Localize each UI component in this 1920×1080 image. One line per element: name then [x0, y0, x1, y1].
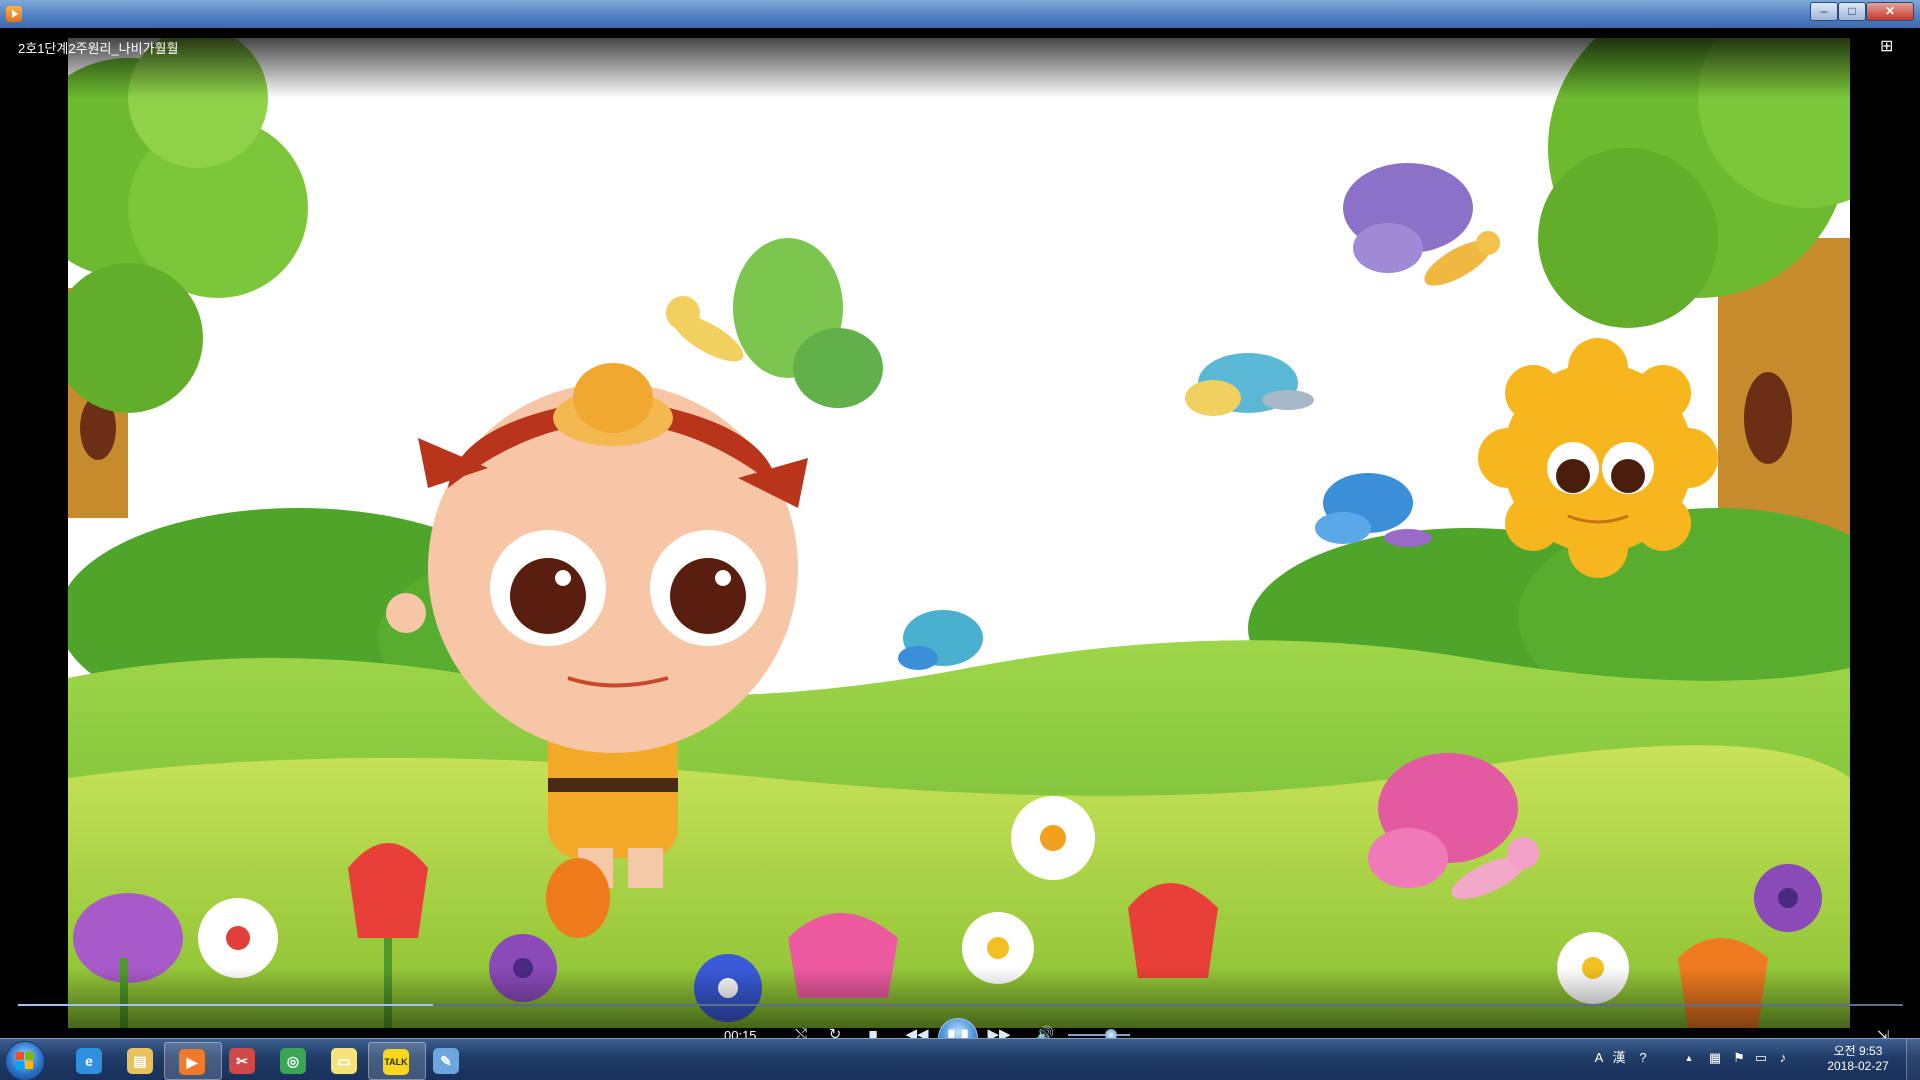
taskbar-item-snipping-tool[interactable]: ✂ [215, 1042, 271, 1078]
maximize-button[interactable]: □ [1838, 2, 1866, 21]
ime-mode-icon[interactable]: A [1590, 1047, 1608, 1069]
network-icon[interactable]: ▭ [1752, 1047, 1770, 1069]
playback-controls: 00:15 ⤭ ↻ ■ ◀◀ ❚❚ ▶▶ 🔊 ⇲ [0, 968, 1920, 1058]
media-player-app-icon[interactable] [6, 6, 22, 22]
screen: – □ ✕ 2호1단계2주원리_나비가훨훨 ⊞ 00:15 ⤭ ↻ ■ ◀◀ ▶… [0, 0, 1920, 1080]
network-grid-icon[interactable]: ▦ [1706, 1047, 1724, 1069]
sticky-notes-icon: ▭ [331, 1048, 357, 1074]
taskbar: e ▤ ▶ ✂ ◎ ▭ TALK ✎ A 漢 ? ▲ ▦ ⚑ ▭ ♪ 오전 9:53 2018… [0, 1038, 1920, 1080]
internet-explorer-icon: e [76, 1048, 102, 1074]
video-frame-illustration [68, 38, 1850, 1028]
taskbar-item-media-player[interactable]: ▶ [164, 1042, 222, 1080]
media-player-icon: ▶ [179, 1049, 205, 1075]
taskbar-item-paint[interactable]: ✎ [419, 1042, 475, 1078]
chrome-icon: ◎ [280, 1048, 306, 1074]
video-display[interactable] [68, 38, 1850, 1028]
seek-bar[interactable] [18, 1004, 1903, 1006]
start-button[interactable] [5, 1041, 45, 1080]
show-desktop-button[interactable] [1906, 1039, 1920, 1080]
sun-character [1478, 338, 1718, 578]
action-center-flag-icon[interactable]: ⚑ [1730, 1047, 1748, 1069]
taskbar-item-chrome[interactable]: ◎ [266, 1042, 322, 1078]
media-player-window: 2호1단계2주원리_나비가훨훨 ⊞ 00:15 ⤭ ↻ ■ ◀◀ ❚❚ ▶▶ 🔊… [0, 28, 1920, 1058]
file-explorer-icon: ▤ [127, 1048, 153, 1074]
window-title-bar[interactable]: – □ ✕ [0, 0, 1920, 29]
show-hidden-icons-icon[interactable]: ▲ [1680, 1047, 1698, 1069]
clock[interactable]: 오전 9:53 2018-02-27 [1818, 1044, 1898, 1074]
kakaotalk-icon: TALK [383, 1049, 409, 1075]
seek-progress [18, 1004, 433, 1006]
ime-hanja-icon[interactable]: 漢 [1610, 1047, 1628, 1069]
taskbar-item-kakaotalk[interactable]: TALK [368, 1042, 426, 1080]
clock-date: 2018-02-27 [1827, 1059, 1889, 1073]
video-title: 2호1단계2주원리_나비가훨훨 [18, 41, 179, 56]
taskbar-item-file-explorer[interactable]: ▤ [113, 1042, 169, 1078]
layout-toggle-icon[interactable]: ⊞ [1880, 36, 1900, 55]
taskbar-item-internet-explorer[interactable]: e [62, 1042, 118, 1078]
close-button[interactable]: ✕ [1866, 2, 1914, 21]
volume-slider[interactable] [1068, 1029, 1130, 1041]
windows-logo-icon [16, 1052, 34, 1070]
paint-icon: ✎ [433, 1048, 459, 1074]
speaker-icon[interactable]: ♪ [1774, 1047, 1792, 1069]
snipping-tool-icon: ✂ [229, 1048, 255, 1074]
clock-time: 오전 9:53 [1833, 1044, 1883, 1058]
minimize-button[interactable]: – [1810, 2, 1838, 21]
ime-help-icon[interactable]: ? [1634, 1047, 1652, 1069]
taskbar-item-sticky-notes[interactable]: ▭ [317, 1042, 373, 1078]
